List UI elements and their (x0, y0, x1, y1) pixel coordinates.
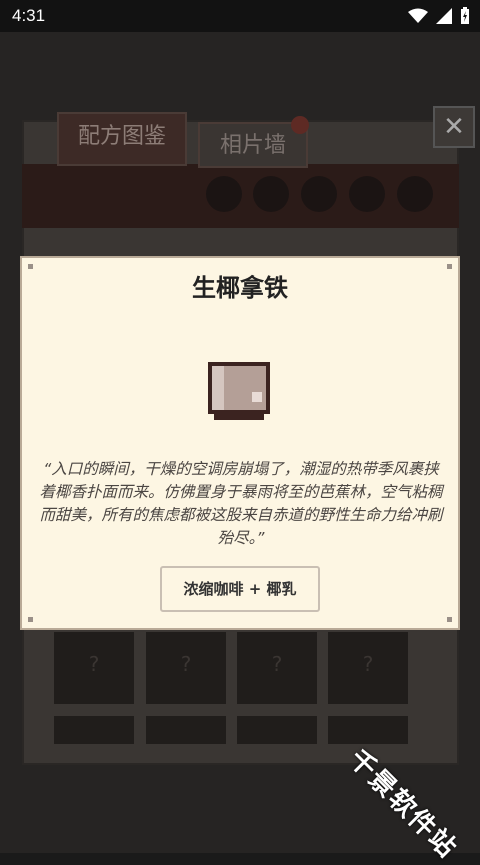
coffee-cup-icon[interactable] (206, 176, 242, 212)
wine-glass-icon[interactable] (301, 176, 337, 212)
tab-recipe-book[interactable]: 配方图鉴 (57, 112, 187, 166)
recipe-slot[interactable]: ? (237, 632, 317, 704)
coconut-latte-icon (208, 362, 270, 420)
recipe-slot[interactable]: ? (146, 632, 226, 704)
status-bar: 4:31 (0, 0, 480, 32)
jar-icon[interactable] (253, 176, 289, 212)
flavor-quote: “入口的瞬间，干燥的空调房崩塌了，潮湿的热带季风裹挟着椰香扑面而来。仿佛置身于暴… (39, 460, 443, 547)
recipe-slot[interactable]: ? (54, 632, 134, 704)
blank-category-icon[interactable] (349, 176, 385, 212)
corner-rivet (28, 617, 33, 622)
recipe-slot[interactable]: ? (328, 632, 408, 704)
crown-icon[interactable] (397, 176, 433, 212)
close-button[interactable]: ✕ (433, 106, 475, 148)
drink-title: 生椰拿铁 (192, 274, 288, 302)
signal-icon (436, 8, 452, 24)
notification-badge (291, 116, 309, 134)
battery-icon (461, 7, 469, 24)
status-icons (408, 7, 470, 25)
recipe-ingredients-button[interactable]: 浓缩咖啡 + 椰乳 (160, 566, 320, 612)
recipe-slot[interactable] (237, 716, 317, 744)
recipe-slot[interactable] (146, 716, 226, 744)
recipe-slot[interactable] (54, 716, 134, 744)
corner-rivet (447, 617, 452, 622)
status-time: 4:31 (12, 6, 46, 25)
wifi-icon (408, 8, 428, 23)
